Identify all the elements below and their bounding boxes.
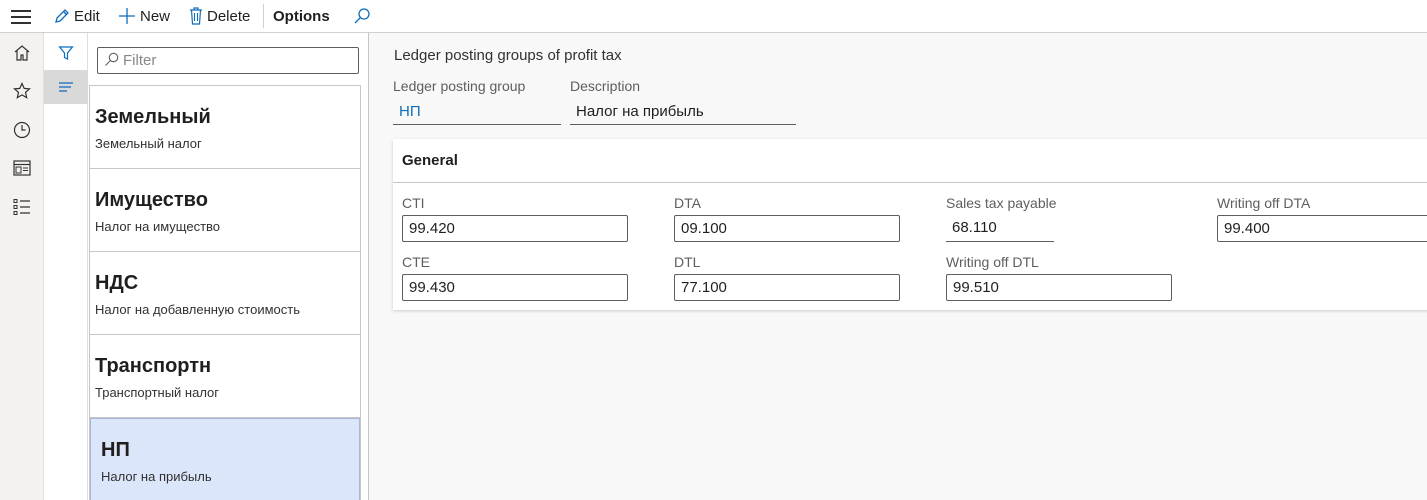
dta-field[interactable]: 09.100 xyxy=(674,215,900,242)
description-field[interactable]: Налог на прибыль xyxy=(570,99,796,125)
records-list: Земельный Земельный налог Имущество Нало… xyxy=(89,85,361,500)
list-item-title: Имущество xyxy=(95,189,208,211)
dtl-field[interactable]: 77.100 xyxy=(674,274,900,301)
delete-button[interactable]: Delete xyxy=(189,4,250,28)
list-item-title: НП xyxy=(101,439,130,461)
list-item[interactable]: Имущество Налог на имущество xyxy=(90,169,360,252)
edit-icon xyxy=(54,8,70,24)
page-caption: Ledger posting groups of profit tax xyxy=(394,47,622,64)
new-button[interactable]: New xyxy=(118,4,170,28)
delete-icon xyxy=(189,7,203,25)
options-button[interactable]: Options xyxy=(273,4,330,28)
workspace-icon[interactable] xyxy=(10,156,34,180)
writing-off-dtl-field[interactable]: 99.510 xyxy=(946,274,1172,301)
writing-off-dta-field[interactable]: 99.400 xyxy=(1217,215,1427,242)
toolbar-divider xyxy=(263,4,264,28)
description-label: Description xyxy=(570,78,641,94)
list-item-title: Земельный xyxy=(95,106,211,128)
filter-field[interactable] xyxy=(97,47,359,74)
cte-field[interactable]: 99.430 xyxy=(402,274,628,301)
general-section-header[interactable]: General xyxy=(393,139,1427,183)
new-icon xyxy=(118,7,136,25)
navigation-rail xyxy=(0,33,44,500)
cti-label: CTI xyxy=(402,195,425,211)
list-pane: Земельный Земельный налог Имущество Нало… xyxy=(88,33,369,500)
options-label: Options xyxy=(273,7,330,25)
dta-label: DTA xyxy=(674,195,701,211)
edit-button[interactable]: Edit xyxy=(54,4,100,28)
list-item-subtitle: Налог на имущество xyxy=(95,219,221,234)
search-button[interactable] xyxy=(353,4,371,28)
filter-input[interactable] xyxy=(123,52,353,69)
clock-icon[interactable] xyxy=(10,118,34,142)
filter-icon[interactable] xyxy=(54,41,78,65)
hamburger-icon[interactable] xyxy=(11,10,31,24)
action-pane: Edit New Delete Options xyxy=(0,0,1427,33)
list-item-title: Транспортн xyxy=(95,355,212,377)
sales-tax-payable-field[interactable]: 68.110 xyxy=(946,215,1054,242)
details-pane: Ledger posting groups of profit tax Ledg… xyxy=(370,33,1427,500)
list-item[interactable]: Земельный Земельный налог xyxy=(90,86,360,169)
home-icon[interactable] xyxy=(10,41,34,65)
general-section: General CTI 99.420 DTA 09.100 Sales tax … xyxy=(393,139,1427,310)
list-item-subtitle: Налог на добавленную стоимость xyxy=(95,302,300,317)
search-icon xyxy=(104,52,119,70)
cte-label: CTE xyxy=(402,254,430,270)
list-item-title: НДС xyxy=(95,272,139,294)
list-item-selected[interactable]: НП Налог на прибыль xyxy=(90,418,360,500)
delete-label: Delete xyxy=(207,7,251,25)
ledger-posting-group-label: Ledger posting group xyxy=(393,78,526,94)
sales-tax-payable-label: Sales tax payable xyxy=(946,195,1057,211)
list-item-subtitle: Земельный налог xyxy=(95,136,202,151)
writing-off-dtl-label: Writing off DTL xyxy=(946,254,1039,270)
star-icon[interactable] xyxy=(10,79,34,103)
list-item-subtitle: Транспортный налог xyxy=(95,385,220,400)
dtl-label: DTL xyxy=(674,254,701,270)
list-view-icon xyxy=(59,82,73,92)
list-pane-toolbar xyxy=(44,33,88,500)
search-icon xyxy=(353,7,371,25)
list-item[interactable]: Транспортн Транспортный налог xyxy=(90,335,360,418)
list-item[interactable]: НДС Налог на добавленную стоимость xyxy=(90,252,360,335)
list-icon[interactable] xyxy=(10,195,34,219)
ledger-posting-group-field[interactable]: НП xyxy=(393,99,561,125)
list-item-subtitle: Налог на прибыль xyxy=(101,469,212,484)
writing-off-dta-label: Writing off DTA xyxy=(1217,195,1311,211)
new-label: New xyxy=(140,7,171,25)
list-view-button[interactable] xyxy=(44,70,88,104)
edit-label: Edit xyxy=(74,7,100,25)
cti-field[interactable]: 99.420 xyxy=(402,215,628,242)
